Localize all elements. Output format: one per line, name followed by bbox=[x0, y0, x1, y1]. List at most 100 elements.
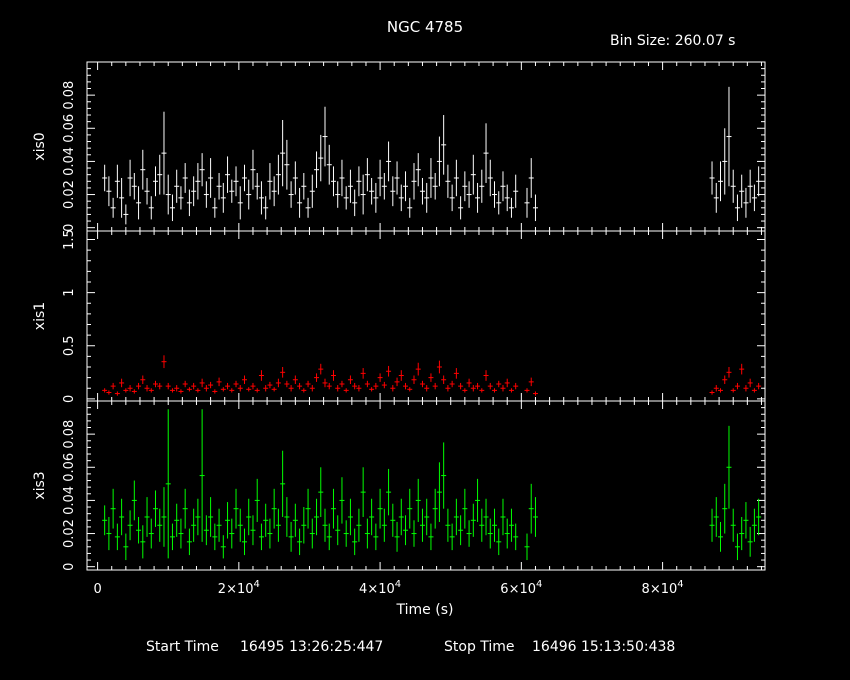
data-point bbox=[292, 161, 298, 195]
x-tick-label: 2×104 bbox=[218, 579, 260, 597]
data-point bbox=[305, 380, 311, 388]
data-point bbox=[470, 503, 476, 537]
data-point bbox=[377, 159, 383, 197]
data-point bbox=[369, 387, 375, 392]
data-point bbox=[532, 194, 538, 222]
data-point bbox=[713, 497, 719, 537]
data-point bbox=[148, 196, 154, 220]
data-point bbox=[106, 390, 112, 395]
y-tick-label: 0.04 bbox=[62, 147, 77, 176]
data-point bbox=[524, 187, 530, 218]
data-point bbox=[165, 382, 171, 390]
data-point bbox=[326, 523, 332, 551]
y-tick-label: 0.02 bbox=[62, 180, 77, 209]
data-point bbox=[119, 498, 125, 536]
data-point bbox=[381, 173, 387, 200]
data-point bbox=[734, 194, 740, 222]
data-point bbox=[739, 363, 745, 375]
data-point bbox=[730, 169, 736, 203]
data-point bbox=[390, 385, 396, 392]
data-point bbox=[718, 388, 724, 393]
data-point bbox=[250, 149, 256, 190]
data-point bbox=[528, 158, 534, 198]
data-point bbox=[709, 390, 715, 395]
y-axis-label: xis3 bbox=[32, 471, 48, 499]
y-tick-label: 0.04 bbox=[62, 486, 77, 515]
data-point bbox=[305, 488, 311, 529]
data-point bbox=[212, 523, 218, 551]
data-point bbox=[225, 156, 231, 193]
data-point bbox=[513, 174, 519, 208]
data-point bbox=[343, 186, 349, 210]
data-point bbox=[220, 182, 226, 213]
data-point bbox=[726, 367, 732, 378]
data-point bbox=[119, 378, 125, 388]
data-point bbox=[504, 378, 510, 388]
data-point bbox=[335, 385, 341, 392]
data-point bbox=[441, 115, 447, 175]
data-point bbox=[127, 159, 133, 197]
data-point bbox=[102, 164, 108, 192]
data-point bbox=[492, 508, 498, 542]
data-point bbox=[292, 503, 298, 537]
data-point bbox=[508, 388, 514, 393]
data-point bbox=[436, 360, 442, 374]
data-point bbox=[153, 166, 159, 197]
data-point bbox=[267, 518, 273, 549]
data-point bbox=[292, 375, 298, 384]
data-point bbox=[356, 166, 362, 197]
data-point bbox=[428, 523, 434, 551]
y-tick-label: 1.5 bbox=[62, 229, 77, 250]
data-point bbox=[318, 363, 324, 375]
data-point bbox=[284, 380, 290, 388]
data-point bbox=[462, 171, 468, 202]
data-point bbox=[403, 171, 409, 202]
data-point bbox=[411, 163, 417, 200]
data-point bbox=[203, 181, 209, 208]
data-point bbox=[301, 388, 307, 393]
data-point bbox=[212, 197, 218, 218]
data-point bbox=[195, 163, 201, 200]
x-tick-label: 4×104 bbox=[359, 579, 401, 597]
data-point bbox=[131, 389, 137, 394]
data-point bbox=[140, 149, 146, 190]
data-point bbox=[271, 488, 277, 529]
data-point bbox=[369, 498, 375, 536]
data-point bbox=[136, 382, 142, 390]
data-point bbox=[479, 388, 485, 393]
y-tick-label: 0.02 bbox=[62, 519, 77, 548]
data-point bbox=[496, 380, 502, 388]
data-point bbox=[191, 508, 197, 542]
data-point bbox=[216, 377, 222, 387]
data-point bbox=[271, 387, 277, 392]
data-point bbox=[314, 151, 320, 188]
data-point bbox=[445, 164, 451, 198]
data-point bbox=[352, 189, 358, 217]
data-point bbox=[756, 498, 762, 536]
series-xis3 bbox=[102, 409, 762, 561]
data-point bbox=[301, 173, 307, 200]
data-point bbox=[462, 388, 468, 393]
data-point bbox=[330, 370, 336, 381]
data-point bbox=[466, 520, 472, 547]
data-point bbox=[432, 173, 438, 200]
data-point bbox=[449, 523, 455, 551]
data-point bbox=[458, 515, 464, 546]
data-point bbox=[415, 478, 421, 522]
data-point bbox=[726, 86, 732, 187]
data-point bbox=[195, 388, 201, 393]
data-point bbox=[713, 182, 719, 213]
data-point bbox=[377, 488, 383, 529]
stop-time-value: 16496 15:13:50:438 bbox=[532, 639, 675, 655]
data-point bbox=[722, 483, 728, 534]
data-point bbox=[330, 488, 336, 529]
data-point bbox=[411, 375, 417, 384]
data-point bbox=[309, 518, 315, 549]
data-point bbox=[314, 498, 320, 536]
data-point bbox=[216, 173, 222, 200]
data-point bbox=[144, 177, 150, 205]
data-point bbox=[165, 409, 171, 559]
data-point bbox=[445, 385, 451, 392]
data-point bbox=[208, 381, 214, 389]
start-time-value: 16495 13:26:25:447 bbox=[240, 639, 383, 655]
